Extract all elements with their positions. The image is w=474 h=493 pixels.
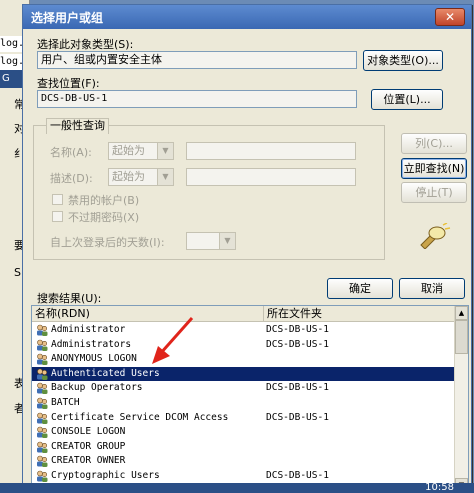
taskbar xyxy=(0,483,474,493)
results-header: 名称(RDN) 所在文件夹 xyxy=(32,306,456,322)
table-row[interactable]: ANONYMOUS LOGON xyxy=(32,352,456,367)
user-group-icon xyxy=(37,397,48,409)
ok-button[interactable]: 确定 xyxy=(327,278,393,299)
object-type-label: 选择此对象类型(S): xyxy=(37,38,134,51)
search-flashlight-icon xyxy=(420,223,451,249)
user-group-icon xyxy=(37,470,48,482)
table-row[interactable]: BATCH xyxy=(32,396,456,411)
chevron-down-icon: ▼ xyxy=(157,169,173,185)
name-input xyxy=(186,142,356,160)
table-row[interactable]: Authenticated Users xyxy=(32,366,456,382)
search-results-label: 搜索结果(U): xyxy=(37,292,102,305)
disabled-accounts-checkbox xyxy=(52,194,63,205)
row-name: Backup Operators xyxy=(51,382,143,394)
general-query-tab[interactable]: 一般性查询 xyxy=(46,118,109,134)
locations-button[interactable]: 位置(L)... xyxy=(371,89,443,110)
row-name: CREATOR GROUP xyxy=(51,440,126,452)
red-arrow-annotation xyxy=(152,317,194,364)
object-types-button[interactable]: 对象类型(O)... xyxy=(363,50,443,71)
row-name: CREATOR OWNER xyxy=(51,455,126,467)
location-label: 查找位置(F): xyxy=(37,77,100,90)
table-row[interactable]: Certificate Service DCOM Access DCS-DB-US… xyxy=(32,411,456,426)
dialog-titlebar[interactable]: 选择用户或组 ✕ xyxy=(23,5,471,29)
results-rows: Administrator DCS-DB-US-1 Administrators DC… xyxy=(32,323,456,484)
search-results-list[interactable]: 名称(RDN) 所在文件夹 Administrator DCS-DB-US-1 Ad… xyxy=(31,305,469,491)
user-group-icon xyxy=(37,383,48,395)
row-name: Cryptographic Users xyxy=(51,469,160,481)
general-query-group: 一般性查询 名称(A): 起始为 ▼ 描述(D): 起始为 ▼ 禁用的帐户(B)… xyxy=(33,118,385,260)
table-row[interactable]: CREATOR GROUP xyxy=(32,440,456,455)
description-match-combo: 起始为 ▼ xyxy=(108,168,174,186)
row-folder: DCS-DB-US-1 xyxy=(266,338,329,350)
find-now-button[interactable]: 立即查找(N) xyxy=(401,158,467,179)
description-match-value: 起始为 xyxy=(112,170,145,183)
description-input xyxy=(186,168,356,186)
non-expiring-checkbox xyxy=(52,211,63,222)
column-header-folder[interactable]: 所在文件夹 xyxy=(264,306,456,322)
user-group-icon xyxy=(37,324,48,336)
row-name: Administrator xyxy=(51,324,126,335)
row-name: Authenticated Users xyxy=(51,367,160,379)
cancel-button[interactable]: 取消 xyxy=(399,278,465,299)
background-fragment: S xyxy=(14,266,21,279)
select-users-dialog: 选择用户或组 ✕ 选择此对象类型(S): 用户、组或内置安全主体 对象类型(O)… xyxy=(22,4,472,493)
stop-button: 停止(T) xyxy=(401,182,467,203)
user-group-icon xyxy=(37,441,48,453)
background-tab-prefix: G xyxy=(2,73,10,84)
location-field: DCS-DB-US-1 xyxy=(37,90,357,108)
user-group-icon xyxy=(37,353,48,366)
row-folder: DCS-DB-US-1 xyxy=(266,324,329,335)
close-button[interactable]: ✕ xyxy=(435,8,465,26)
table-row[interactable]: CREATOR OWNER xyxy=(32,454,456,469)
row-folder: DCS-DB-US-1 xyxy=(266,382,329,394)
column-header-name[interactable]: 名称(RDN) xyxy=(32,306,264,322)
object-type-field: 用户、组或内置安全主体 xyxy=(37,51,357,69)
scroll-thumb[interactable] xyxy=(455,320,468,354)
table-row[interactable]: Administrators DCS-DB-US-1 xyxy=(32,338,456,353)
row-name: BATCH xyxy=(51,396,80,408)
row-name: ANONYMOUS LOGON xyxy=(51,353,137,365)
user-group-icon xyxy=(37,339,48,351)
user-group-icon xyxy=(37,412,48,424)
close-icon: ✕ xyxy=(444,10,456,24)
description-label: 描述(D): xyxy=(50,172,93,185)
name-label: 名称(A): xyxy=(50,146,92,159)
user-group-icon xyxy=(37,456,48,468)
scroll-up-icon[interactable]: ▲ xyxy=(455,306,468,320)
user-group-icon xyxy=(37,368,48,380)
row-name: CONSOLE LOGON xyxy=(51,426,126,438)
days-since-logon-combo: ▼ xyxy=(186,232,236,250)
table-row[interactable]: Administrator DCS-DB-US-1 xyxy=(32,323,456,338)
user-group-icon xyxy=(37,426,48,439)
table-row[interactable]: Backup Operators DCS-DB-US-1 xyxy=(32,381,456,396)
results-scrollbar[interactable]: ▲ ▼ xyxy=(454,306,468,490)
columns-button: 列(C)... xyxy=(401,133,467,154)
name-match-combo: 起始为 ▼ xyxy=(108,142,174,160)
disabled-accounts-label: 禁用的帐户(B) xyxy=(68,194,140,207)
row-name: Administrators xyxy=(51,338,132,350)
table-row[interactable]: Cryptographic Users DCS-DB-US-1 xyxy=(32,469,456,484)
chevron-down-icon: ▼ xyxy=(219,233,235,249)
dialog-title: 选择用户或组 xyxy=(31,11,104,25)
chevron-down-icon: ▼ xyxy=(157,143,173,159)
non-expiring-label: 不过期密码(X) xyxy=(68,211,140,224)
name-match-value: 起始为 xyxy=(112,144,145,157)
table-row[interactable]: CONSOLE LOGON xyxy=(32,425,456,440)
days-since-logon-label: 自上次登录后的天数(I): xyxy=(50,236,165,249)
row-folder: DCS-DB-US-1 xyxy=(266,411,329,423)
row-name: Certificate Service DCOM Access xyxy=(51,411,229,423)
row-folder: DCS-DB-US-1 xyxy=(266,469,329,481)
taskbar-clock: 10:58 xyxy=(425,482,454,493)
